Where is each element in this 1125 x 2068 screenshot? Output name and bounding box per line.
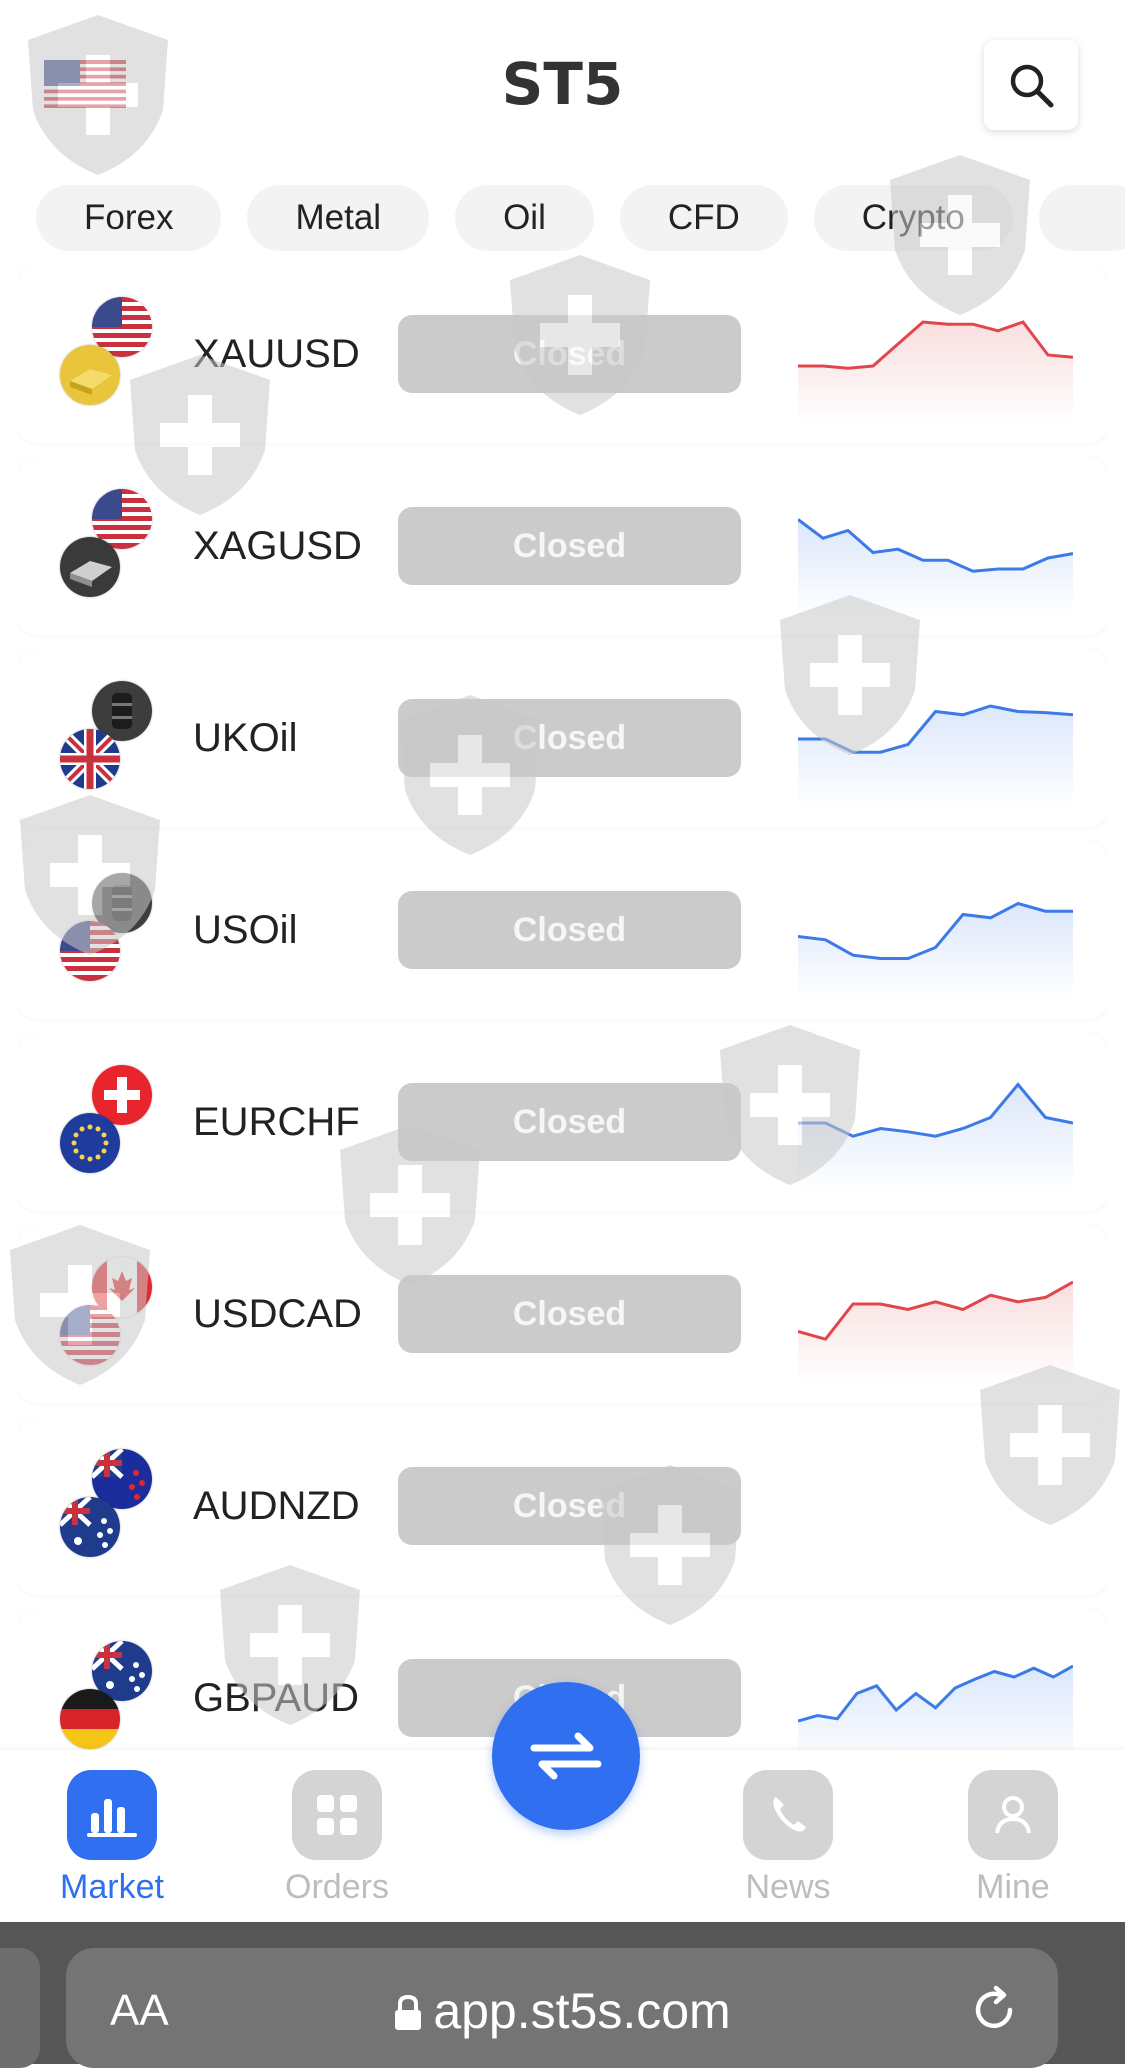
status-button[interactable]: Closed [398, 1275, 741, 1353]
sparkline-area [798, 706, 1073, 809]
germany-flag-icon [60, 1689, 120, 1749]
search-button[interactable] [984, 40, 1078, 130]
nav-label: Market [60, 1868, 164, 1906]
nav-mine[interactable]: Mine [928, 1770, 1098, 1907]
sparkline-chart [798, 1082, 1073, 1193]
tab-crypto[interactable]: Crypto [813, 185, 1013, 251]
swap-arrows-icon [530, 1732, 602, 1780]
us-flag-icon [60, 921, 120, 981]
nav-orders[interactable]: Orders [252, 1770, 422, 1907]
sparkline-chart [798, 320, 1073, 425]
previous-tab-edge[interactable] [0, 1948, 40, 2068]
sparkline-area [798, 903, 1073, 1001]
tab-more[interactable] [1038, 185, 1125, 251]
tab-oil[interactable]: Oil [455, 185, 594, 251]
nav-label: Orders [285, 1868, 389, 1906]
market-row-xauusd[interactable]: XAUUSD Closed [18, 265, 1107, 443]
market-row-ukoil[interactable]: UKOil Closed [18, 649, 1107, 827]
symbol-label: USDCAD [193, 1292, 362, 1336]
sparkline-chart [798, 901, 1073, 1001]
sparkline-area [798, 322, 1073, 425]
sparkline-chart [798, 1280, 1073, 1385]
status-button[interactable]: Closed [398, 315, 741, 393]
url-text: app.st5s.com [433, 1983, 731, 2039]
nav-news[interactable]: News [703, 1770, 873, 1907]
symbol-label: AUDNZD [193, 1484, 360, 1528]
sparkline-chart [798, 704, 1073, 809]
browser-toolbar: AA app.st5s.com [0, 1922, 1125, 2068]
status-button[interactable]: Closed [398, 1467, 741, 1545]
au-flag-icon [60, 1497, 120, 1557]
nav-label: Mine [976, 1868, 1050, 1906]
eu-flag-icon [60, 1113, 120, 1173]
symbol-label: EURCHF [193, 1100, 360, 1144]
category-tabs: Forex Metal Oil CFD Crypto [36, 185, 1125, 255]
address-bar[interactable]: AA app.st5s.com [66, 1948, 1058, 2068]
tab-metal[interactable]: Metal [247, 185, 430, 251]
bar-chart-icon [67, 1770, 157, 1860]
symbol-label: GBPAUD [193, 1676, 359, 1720]
market-row-xagusd[interactable]: XAGUSD Closed [18, 457, 1107, 635]
status-button[interactable]: Closed [398, 1083, 741, 1161]
nav-market[interactable]: Market [27, 1770, 197, 1907]
status-button[interactable]: Closed [398, 507, 741, 585]
tab-forex[interactable]: Forex [36, 185, 222, 251]
sparkline-area [798, 1282, 1073, 1385]
market-row-audnzd[interactable]: AUDNZD Closed [18, 1417, 1107, 1595]
app-header: ST5 [0, 0, 1125, 170]
page-title: ST5 [501, 50, 624, 118]
symbol-label: USOil [193, 908, 298, 952]
market-row-usoil[interactable]: USOil Closed [18, 841, 1107, 1019]
search-icon [1010, 64, 1054, 108]
reload-icon[interactable] [970, 1984, 1018, 2034]
status-button[interactable]: Closed [398, 699, 741, 777]
url-display[interactable]: app.st5s.com [66, 1982, 1058, 2040]
tab-cfd[interactable]: CFD [619, 185, 788, 251]
user-icon [968, 1770, 1058, 1860]
market-list: XAUUSD Closed XAGUSD Closed UKOil Closed [18, 265, 1107, 1750]
status-button[interactable]: Closed [398, 891, 741, 969]
lock-icon [395, 1994, 422, 2030]
trade-fab-button[interactable] [492, 1682, 640, 1830]
gold-bar-icon [60, 345, 120, 405]
sparkline-chart [798, 1664, 1073, 1750]
symbol-label: XAUUSD [193, 332, 360, 376]
phone-icon [743, 1770, 833, 1860]
symbol-label: XAGUSD [193, 524, 362, 568]
sparkline-chart [798, 518, 1073, 617]
symbol-label: UKOil [193, 716, 298, 760]
us-flag-icon [60, 1305, 120, 1365]
silver-bar-icon [60, 537, 120, 597]
market-row-eurchf[interactable]: EURCHF Closed [18, 1033, 1107, 1211]
nav-label: News [745, 1868, 831, 1906]
uk-flag-icon [60, 729, 120, 789]
market-row-usdcad[interactable]: USDCAD Closed [18, 1225, 1107, 1403]
grid-icon [292, 1770, 382, 1860]
